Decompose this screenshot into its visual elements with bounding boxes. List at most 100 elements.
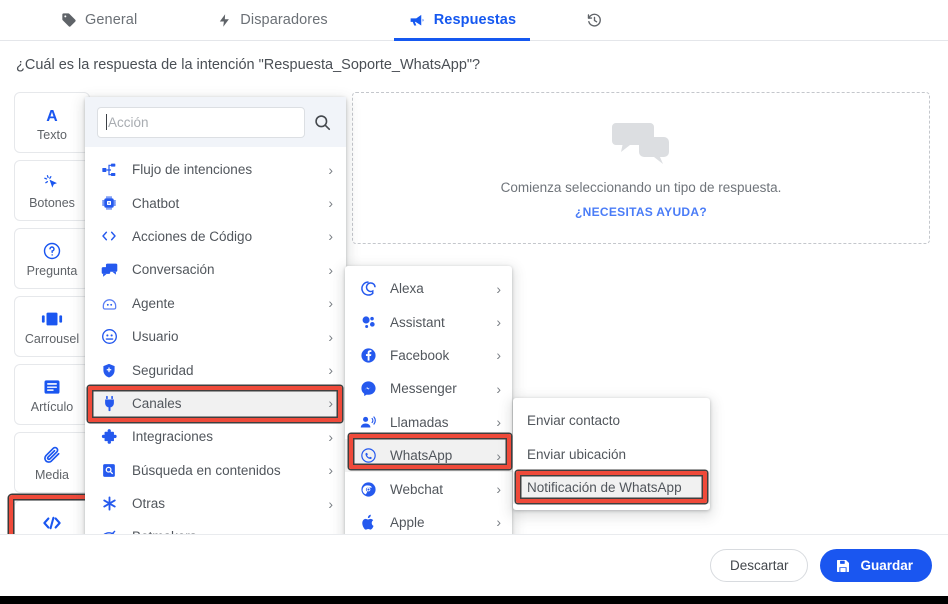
menu-item-flujo-de-intenciones[interactable]: Flujo de intenciones ›	[85, 153, 346, 186]
discard-button[interactable]: Descartar	[709, 549, 809, 582]
menu-item-label: Chatbot	[132, 195, 180, 211]
tab-respuestas-label: Respuestas	[433, 12, 517, 28]
menu-item-label: Conversación	[132, 262, 215, 278]
menu-item-label: Búsqueda en contenidos	[132, 462, 281, 478]
empty-response-panel: Comienza seleccionando un tipo de respue…	[352, 92, 930, 244]
facebook-icon	[358, 347, 378, 364]
webchat-icon	[358, 481, 378, 498]
rail-item-pregunta[interactable]: Pregunta	[14, 228, 90, 289]
menu-item-webchat[interactable]: Webchat ›	[345, 472, 512, 505]
paperclip-icon	[42, 444, 62, 466]
tab-disparadores[interactable]: Disparadores	[213, 0, 331, 41]
menu-item-llamadas[interactable]: Llamadas ›	[345, 406, 512, 439]
menu-item-label: Enviar contacto	[527, 413, 621, 429]
question-mark-circle-icon	[42, 240, 62, 262]
menu-search-row: Acción	[85, 97, 346, 147]
rail-item-label: Artículo	[30, 399, 74, 414]
chevron-right-icon: ›	[496, 481, 501, 498]
chevron-right-icon: ›	[328, 362, 333, 379]
rail-item-botones[interactable]: Botones	[14, 160, 90, 221]
rail-item-articulo[interactable]: Artículo	[14, 364, 90, 425]
shield-icon	[99, 362, 119, 379]
chevron-right-icon: ›	[496, 447, 501, 464]
chevron-right-icon: ›	[496, 380, 501, 397]
tab-respuestas[interactable]: Respuestas	[393, 0, 531, 41]
menu-item-enviar-contacto[interactable]: Enviar contacto	[513, 404, 710, 437]
whatsapp-icon	[358, 447, 378, 464]
rail-item-label: Media	[34, 467, 70, 482]
tab-bar: General Disparadores Respuestas	[0, 0, 948, 41]
floppy-disk-icon	[835, 558, 851, 574]
save-button-label: Guardar	[860, 558, 913, 573]
rail-item-label: Botones	[29, 195, 75, 210]
menu-item-acciones-de-codigo[interactable]: Acciones de Código ›	[85, 220, 346, 253]
menu-item-label: Enviar ubicación	[527, 446, 627, 462]
menu-item-label: Agente	[132, 295, 175, 311]
text-caret	[106, 114, 107, 130]
menu-item-enviar-ubicacion[interactable]: Enviar ubicación	[513, 437, 710, 470]
menu-item-label: Seguridad	[132, 362, 194, 378]
carousel-icon	[41, 308, 63, 330]
menu-item-alexa[interactable]: Alexa ›	[345, 272, 512, 305]
rail-item-label: Carrousel	[24, 331, 80, 346]
asterisk-icon	[99, 495, 119, 512]
chevron-right-icon: ›	[496, 314, 501, 331]
megaphone-icon	[408, 12, 426, 29]
content-search-icon	[99, 462, 119, 479]
save-button[interactable]: Guardar	[820, 549, 932, 582]
chevron-right-icon: ›	[496, 514, 501, 531]
action-menu-level-1: Acción Flujo de intenciones › Chatbot › …	[85, 97, 346, 560]
menu-item-conversacion[interactable]: Conversación ›	[85, 253, 346, 286]
menu-item-integraciones[interactable]: Integraciones ›	[85, 420, 346, 453]
empty-panel-text: Comienza seleccionando un tipo de respue…	[500, 180, 782, 195]
menu-item-messenger[interactable]: Messenger ›	[345, 372, 512, 405]
menu-item-seguridad[interactable]: Seguridad ›	[85, 353, 346, 386]
history-icon	[586, 12, 603, 29]
user-icon	[99, 328, 119, 345]
menu-item-otras[interactable]: Otras ›	[85, 487, 346, 520]
need-help-link[interactable]: ¿NECESITAS AYUDA?	[575, 205, 707, 219]
rail-item-carrousel[interactable]: Carrousel	[14, 296, 90, 357]
menu-item-label: Usuario	[132, 329, 179, 345]
menu-1-list: Flujo de intenciones › Chatbot › Accione…	[85, 147, 346, 554]
menu-item-label: WhatsApp	[390, 448, 453, 464]
menu-item-usuario[interactable]: Usuario ›	[85, 320, 346, 353]
tab-disparadores-label: Disparadores	[240, 12, 328, 28]
menu-item-label: Integraciones	[132, 429, 214, 445]
agent-icon	[99, 295, 119, 312]
chevron-right-icon: ›	[328, 395, 333, 412]
svg-text:A: A	[46, 108, 58, 125]
chevron-right-icon: ›	[328, 195, 333, 212]
chevron-right-icon: ›	[328, 228, 333, 245]
menu-item-facebook[interactable]: Facebook ›	[345, 339, 512, 372]
tab-general[interactable]: General	[57, 0, 141, 41]
menu-item-notificacion-de-whatsapp[interactable]: Notificación de WhatsApp	[513, 470, 710, 505]
chat-bubbles-icon	[610, 117, 672, 174]
code-brackets-icon	[41, 512, 63, 534]
bottom-black-bar	[0, 596, 948, 604]
menu-item-whatsapp[interactable]: WhatsApp ›	[345, 438, 512, 473]
rail-item-media[interactable]: Media	[14, 432, 90, 493]
menu-item-label: Assistant	[390, 314, 445, 330]
rail-item-texto[interactable]: A Texto	[14, 92, 90, 153]
search-icon[interactable]	[313, 113, 332, 132]
menu-item-label: Facebook	[390, 347, 450, 363]
tab-history[interactable]	[582, 0, 615, 41]
menu-item-busqueda-en-contenidos[interactable]: Búsqueda en contenidos ›	[85, 454, 346, 487]
chevron-right-icon: ›	[496, 347, 501, 364]
chip-icon	[99, 195, 119, 211]
search-input[interactable]: Acción	[97, 106, 305, 138]
menu-item-chatbot[interactable]: Chatbot ›	[85, 186, 346, 219]
cursor-click-icon	[42, 172, 62, 194]
menu-item-label: Notificación de WhatsApp	[527, 479, 682, 495]
tab-general-label: General	[85, 12, 138, 28]
chevron-right-icon: ›	[328, 462, 333, 479]
menu-item-agente[interactable]: Agente ›	[85, 287, 346, 320]
menu-item-label: Canales	[132, 395, 182, 411]
menu-item-assistant[interactable]: Assistant ›	[345, 305, 512, 338]
footer-action-bar: Descartar Guardar	[0, 534, 948, 596]
rail-item-label: Texto	[37, 127, 67, 142]
menu-item-canales[interactable]: Canales ›	[85, 386, 346, 421]
response-type-rail: A Texto Botones Pregunta Carrousel Artíc…	[14, 92, 90, 568]
menu-item-label: Alexa	[390, 281, 424, 297]
